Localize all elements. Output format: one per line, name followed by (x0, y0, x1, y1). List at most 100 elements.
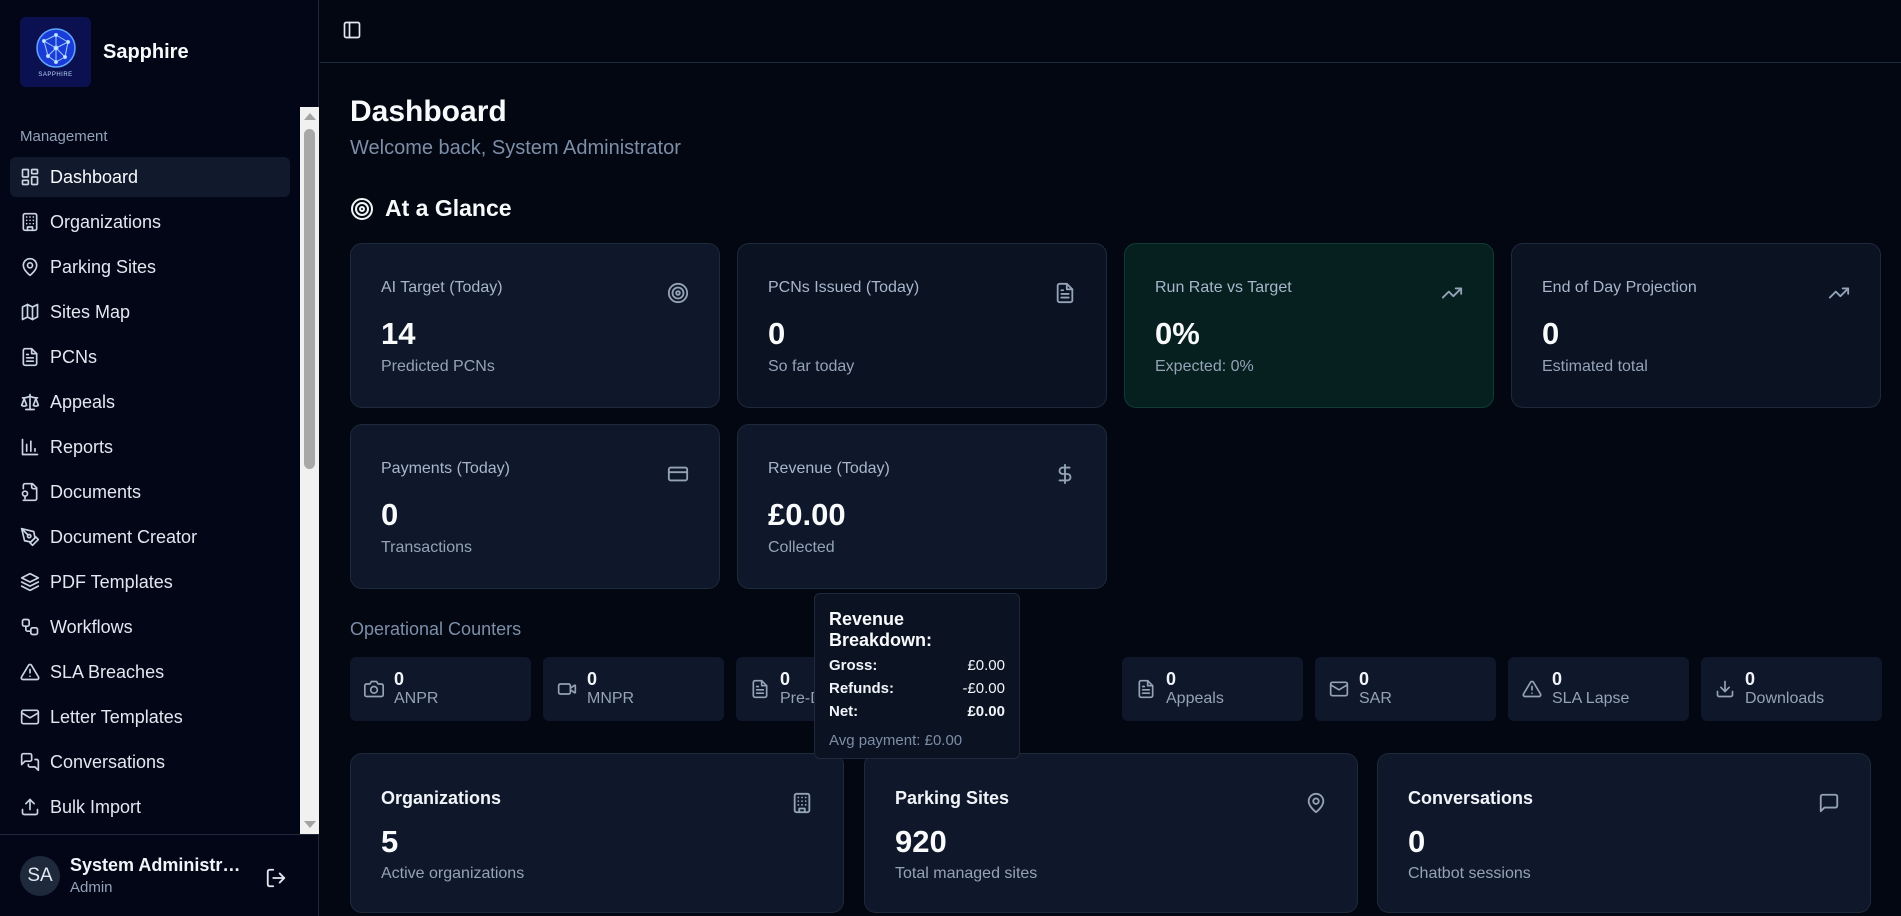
gross-label: Gross: (829, 657, 877, 674)
message-square-icon (1818, 792, 1840, 814)
counter-sar: 0SAR (1315, 657, 1496, 721)
target-icon (350, 197, 374, 221)
counter-value: 0 (1745, 669, 1824, 689)
stat-subtext: Collected (768, 539, 835, 557)
sidebar-item-appeals[interactable]: Appeals (10, 382, 290, 422)
dollar-icon (1054, 463, 1076, 485)
summary-card-organizations[interactable]: Organizations5Active organizations (350, 753, 844, 913)
sidebar-item-organizations[interactable]: Organizations (10, 202, 290, 242)
summary-card-parking-sites[interactable]: Parking Sites920Total managed sites (864, 753, 1358, 913)
summary-card-conversations[interactable]: Conversations0Chatbot sessions (1377, 753, 1871, 913)
counter-value: 0 (394, 669, 438, 689)
counter-downloads: 0Downloads (1701, 657, 1882, 721)
sidebar-item-documents[interactable]: Documents (10, 472, 290, 512)
stat-subtext: Estimated total (1542, 358, 1648, 376)
sidebar-item-label: Parking Sites (50, 257, 156, 278)
file-text-icon (1136, 679, 1156, 699)
sidebar-item-pcns[interactable]: PCNs (10, 337, 290, 377)
alert-triangle-icon (20, 662, 40, 682)
counter-label: MNPR (587, 689, 634, 709)
counter-appeals: 0Appeals (1122, 657, 1303, 721)
bar-chart-icon (20, 437, 40, 457)
stat-label: Payments (Today) (381, 460, 510, 478)
sidebar-toggle-icon[interactable] (342, 20, 364, 42)
sidebar-item-label: Conversations (50, 752, 165, 773)
summary-label: Parking Sites (895, 788, 1009, 809)
map-pin-icon (1305, 792, 1327, 814)
sidebar-scrollbar[interactable] (300, 107, 319, 834)
user-profile[interactable]: SA System Administrator Admin (0, 834, 319, 916)
sidebar-item-document-creator[interactable]: Document Creator (10, 517, 290, 557)
sidebar-item-conversations[interactable]: Conversations (10, 742, 290, 782)
stat-value: 0 (768, 316, 785, 352)
scroll-down-arrow-icon[interactable] (304, 821, 316, 828)
at-a-glance-heading: At a Glance (350, 195, 512, 222)
stat-value: 0% (1155, 316, 1200, 352)
sidebar-item-label: Document Creator (50, 527, 197, 548)
sidebar-item-label: Workflows (50, 617, 133, 638)
sidebar-item-label: Reports (50, 437, 113, 458)
stat-label: Revenue (Today) (768, 460, 890, 478)
sidebar-item-sites-map[interactable]: Sites Map (10, 292, 290, 332)
brand[interactable]: SAPPHIRE Sapphire (20, 17, 189, 87)
sidebar-item-label: Letter Templates (50, 707, 183, 728)
sidebar-item-workflows[interactable]: Workflows (10, 607, 290, 647)
stat-value: 0 (1542, 316, 1559, 352)
stat-label: AI Target (Today) (381, 279, 503, 297)
gross-value: £0.00 (967, 657, 1005, 674)
sidebar-item-label: PCNs (50, 347, 97, 368)
sidebar-item-reports[interactable]: Reports (10, 427, 290, 467)
alert-triangle-icon (1522, 679, 1542, 699)
stat-value: 14 (381, 316, 415, 352)
counter-anpr: 0ANPR (350, 657, 531, 721)
counter-value: 0 (1166, 669, 1224, 689)
layout-dashboard-icon (20, 167, 40, 187)
sidebar-item-parking-sites[interactable]: Parking Sites (10, 247, 290, 287)
top-bar (320, 0, 1901, 63)
counter-sla-lapse: 0SLA Lapse (1508, 657, 1689, 721)
trending-up-icon (1828, 282, 1850, 304)
sidebar-item-bulk-import[interactable]: Bulk Import (10, 787, 290, 827)
net-value: £0.00 (967, 703, 1005, 720)
counter-value: 0 (1552, 669, 1629, 689)
avatar: SA (20, 856, 60, 896)
sidebar-item-label: Dashboard (50, 167, 138, 188)
counter-value: 0 (1359, 669, 1392, 689)
video-icon (557, 679, 577, 699)
sidebar-nav: Dashboard Organizations Parking Sites Sites… (10, 157, 290, 832)
camera-icon (364, 679, 384, 699)
file-text-icon (20, 347, 40, 367)
layers-icon (20, 572, 40, 592)
sidebar-item-sla-breaches[interactable]: SLA Breaches (10, 652, 290, 692)
avg-payment: Avg payment: £0.00 (829, 732, 1005, 749)
pen-tool-icon (20, 527, 40, 547)
stat-subtext: So far today (768, 358, 854, 376)
logout-icon[interactable] (265, 867, 287, 889)
summary-value: 5 (381, 824, 398, 860)
workflow-icon (20, 617, 40, 637)
logo-text: SAPPHIRE (38, 72, 72, 78)
messages-icon (20, 752, 40, 772)
sidebar-item-label: PDF Templates (50, 572, 173, 593)
sidebar-item-pdf-templates[interactable]: PDF Templates (10, 562, 290, 602)
sidebar-item-label: Documents (50, 482, 141, 503)
sidebar-item-letter-templates[interactable]: Letter Templates (10, 697, 290, 737)
stat-card-payments-today: Payments (Today)0Transactions (350, 424, 720, 589)
sidebar-item-label: SLA Breaches (50, 662, 164, 683)
upload-icon (20, 797, 40, 817)
credit-card-icon (667, 463, 689, 485)
user-name: System Administrator (70, 855, 245, 876)
summary-value: 0 (1408, 824, 1425, 860)
mail-icon (1329, 679, 1349, 699)
tooltip-row-refunds: Refunds: -£0.00 (829, 680, 1005, 697)
counter-label: SAR (1359, 689, 1392, 709)
page-title: Dashboard (350, 95, 507, 129)
sidebar-item-dashboard[interactable]: Dashboard (10, 157, 290, 197)
scrollbar-thumb[interactable] (304, 129, 315, 469)
summary-subtext: Total managed sites (895, 865, 1037, 883)
counter-value: 0 (587, 669, 634, 689)
refunds-value: -£0.00 (962, 680, 1005, 697)
scroll-up-arrow-icon[interactable] (304, 113, 316, 120)
revenue-breakdown-tooltip: Revenue Breakdown: Gross: £0.00 Refunds:… (814, 593, 1020, 759)
sidebar-item-label: Sites Map (50, 302, 130, 323)
